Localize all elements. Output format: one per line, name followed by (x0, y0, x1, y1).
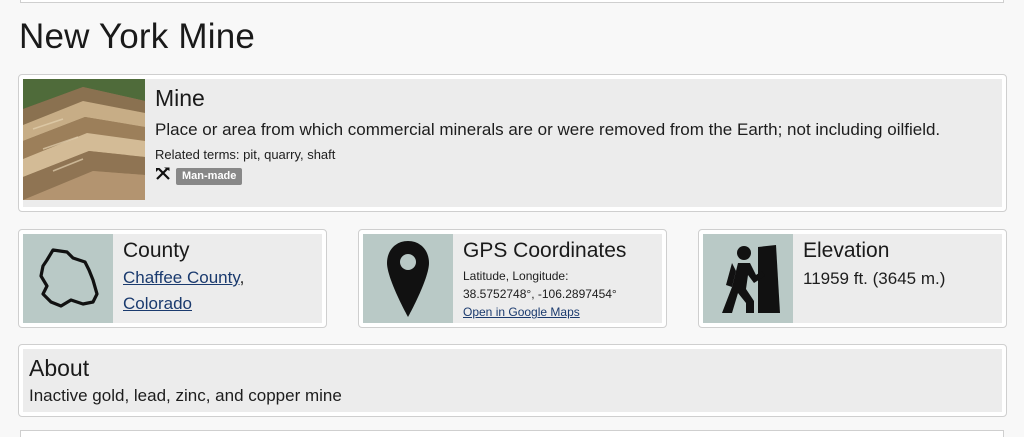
page-title: New York Mine (19, 17, 256, 56)
county-outline-icon (23, 234, 113, 323)
feature-type-card: Mine Place or area from which commercial… (18, 74, 1007, 212)
google-maps-link[interactable]: Open in Google Maps (463, 305, 580, 319)
gps-label: Latitude, Longitude: (463, 269, 569, 283)
elevation-card: Elevation 11959 ft. (3645 m.) (698, 229, 1007, 328)
bottom-divider (20, 430, 1004, 437)
map-pin-icon (363, 234, 453, 323)
elevation-value: 11959 ft. (3645 m.) (803, 269, 946, 288)
gps-card: GPS Coordinates Latitude, Longitude: 38.… (358, 229, 667, 328)
county-link[interactable]: Chaffee County (123, 268, 240, 287)
top-divider (20, 0, 1004, 3)
hiker-climb-icon (703, 234, 793, 323)
gps-coordinates: 38.5752748°, -106.2897454° (463, 287, 617, 301)
feature-type-description: Place or area from which commercial mine… (155, 120, 941, 139)
feature-type-panel: Mine Place or area from which commercial… (23, 79, 1002, 207)
mine-photo (23, 79, 145, 200)
county-card: County Chaffee County, Colorado (18, 229, 327, 328)
about-card: About Inactive gold, lead, zinc, and cop… (18, 344, 1007, 417)
about-title: About (29, 355, 90, 381)
elevation-title: Elevation (803, 239, 890, 262)
county-title: County (123, 239, 190, 262)
related-terms: Related terms: pit, quarry, shaft (155, 147, 336, 162)
feature-type-title: Mine (155, 85, 205, 111)
about-text: Inactive gold, lead, zinc, and copper mi… (29, 386, 342, 405)
county-separator: , (239, 268, 245, 287)
state-link[interactable]: Colorado (123, 294, 192, 313)
gps-title: GPS Coordinates (463, 239, 627, 262)
category-badge: Man-made (176, 168, 243, 185)
tools-icon (155, 167, 171, 186)
